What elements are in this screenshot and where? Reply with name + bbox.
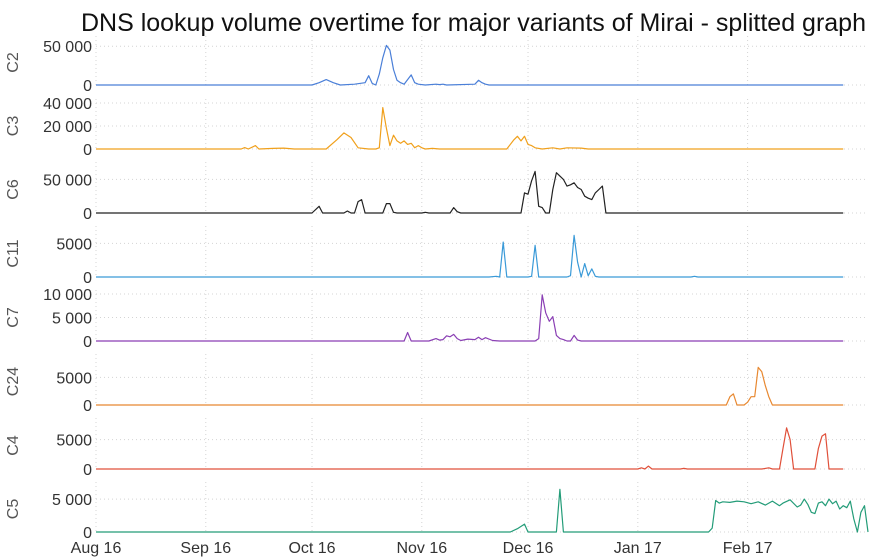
series-line-c24 xyxy=(96,366,844,406)
panel-label: C6 xyxy=(5,179,22,200)
x-tick-label: Jan 17 xyxy=(614,540,662,557)
y-tick-label: 0 xyxy=(83,78,92,95)
y-tick-label: 5 000 xyxy=(52,311,92,328)
y-tick-label: 5 000 xyxy=(52,492,92,509)
panel-c11: 0 5000 C11 xyxy=(5,226,868,287)
chart-title: DNS lookup volume overtime for major var… xyxy=(81,9,866,37)
y-tick-label: 5000 xyxy=(56,236,92,253)
y-tick-label: 40 000 xyxy=(43,96,92,113)
panel-c5: 0 5 000 C5 xyxy=(5,482,869,542)
panel-label: C5 xyxy=(5,499,22,520)
panel-label: C24 xyxy=(5,367,22,396)
panel-label: C2 xyxy=(5,52,22,73)
y-tick-label: 0 xyxy=(83,525,92,542)
y-tick-label: 5000 xyxy=(56,370,92,387)
y-tick-label: 5000 xyxy=(56,433,92,450)
mirai-dns-chart: DNS lookup volume overtime for major var… xyxy=(5,9,869,557)
y-tick-label: 0 xyxy=(83,334,92,351)
y-tick-label: 50 000 xyxy=(43,39,92,56)
series-line-c11 xyxy=(96,234,844,278)
panel-label: C3 xyxy=(5,116,22,137)
y-tick-label: 10 000 xyxy=(43,287,92,304)
y-tick-label: 0 xyxy=(83,462,92,479)
panel-c24: 0 5000 C24 xyxy=(5,354,868,415)
y-tick-label: 20 000 xyxy=(43,119,92,136)
panel-c3: 0 20 000 40 000 C3 xyxy=(5,96,868,159)
x-tick-label: Oct 16 xyxy=(288,540,335,557)
x-tick-label: Sep 16 xyxy=(180,540,231,557)
y-tick-label: 0 xyxy=(83,142,92,159)
series-line-c2 xyxy=(96,44,844,86)
panel-label: C7 xyxy=(5,307,22,328)
x-tick-label: Nov 16 xyxy=(396,540,447,557)
panels: 0 50 000 C2 0 20 000 40 000 C3 0 50 000 C6 0 5000 C1… xyxy=(5,36,869,542)
panel-c7: 0 5 000 10 000 C7 xyxy=(5,287,868,351)
y-tick-label: 0 xyxy=(83,398,92,415)
series-line-c5 xyxy=(96,488,869,533)
x-tick-label: Dec 16 xyxy=(503,540,554,557)
y-tick-label: 50 000 xyxy=(43,172,92,189)
panel-label: C4 xyxy=(5,435,22,456)
panel-c6: 0 50 000 C6 xyxy=(5,162,868,223)
series-line-c4 xyxy=(96,427,844,470)
y-tick-label: 0 xyxy=(83,270,92,287)
panel-c4: 0 5000 C4 xyxy=(5,418,868,479)
series-line-c3 xyxy=(96,106,844,150)
panel-c2: 0 50 000 C2 xyxy=(5,36,868,95)
x-tick-label: Feb 17 xyxy=(723,540,773,557)
x-axis: Aug 16 Sep 16 Oct 16 Nov 16 Dec 16 Jan 17 Feb … xyxy=(71,540,773,557)
panel-label: C11 xyxy=(5,239,22,267)
series-line-c6 xyxy=(96,170,844,214)
x-tick-label: Aug 16 xyxy=(71,540,122,557)
y-tick-label: 0 xyxy=(83,206,92,223)
